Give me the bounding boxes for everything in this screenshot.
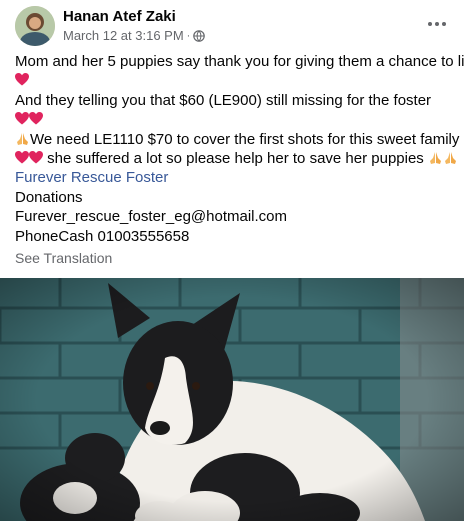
post-line: Donations [15, 188, 83, 206]
post-meta: March 12 at 3:16 PM · [63, 28, 206, 43]
post-text: Mom and her 5 puppies say thank you for … [15, 52, 464, 246]
post-line: And they telling you that $60 (LE900) st… [15, 91, 432, 109]
post-line-text: she suffered a lot so please help her to… [43, 150, 428, 168]
post-line-shots: We need LE1110 $70 to cover the first sh… [15, 130, 459, 149]
folded-hands-icon [444, 152, 456, 165]
red-heart-icon [15, 73, 29, 86]
post-header: Hanan Atef Zaki March 12 at 3:16 PM · [15, 6, 455, 46]
post-timestamp[interactable]: March 12 at 3:16 PM [63, 28, 184, 43]
folded-hands-icon [17, 132, 28, 145]
folded-hands-icon [429, 152, 441, 165]
red-heart-icon [15, 151, 29, 164]
avatar[interactable] [15, 6, 55, 46]
post-line-plea: she suffered a lot so please help her to… [15, 149, 456, 168]
rescue-link[interactable]: Furever Rescue Foster [15, 168, 455, 187]
post-photo[interactable] [0, 278, 464, 521]
post-line-phone: PhoneCash 01003555658 [15, 227, 190, 245]
post-line-hearts-1 [15, 71, 455, 90]
post-line-hearts-2 [15, 110, 455, 129]
author-name[interactable]: Hanan Atef Zaki [63, 8, 176, 25]
red-heart-icon [29, 112, 43, 125]
more-options-icon[interactable] [423, 12, 451, 36]
red-heart-icon [15, 112, 29, 125]
post-line: Mom and her 5 puppies say thank you for … [15, 53, 464, 70]
meta-separator: · [186, 29, 191, 42]
globe-icon [193, 29, 206, 42]
post-line-text: We need LE1110 $70 to cover the first sh… [30, 130, 460, 148]
post-line-email: Furever_rescue_foster_eg@hotmail.com [15, 208, 288, 226]
see-translation-link[interactable]: See Translation [15, 250, 112, 266]
red-heart-icon [29, 151, 43, 164]
